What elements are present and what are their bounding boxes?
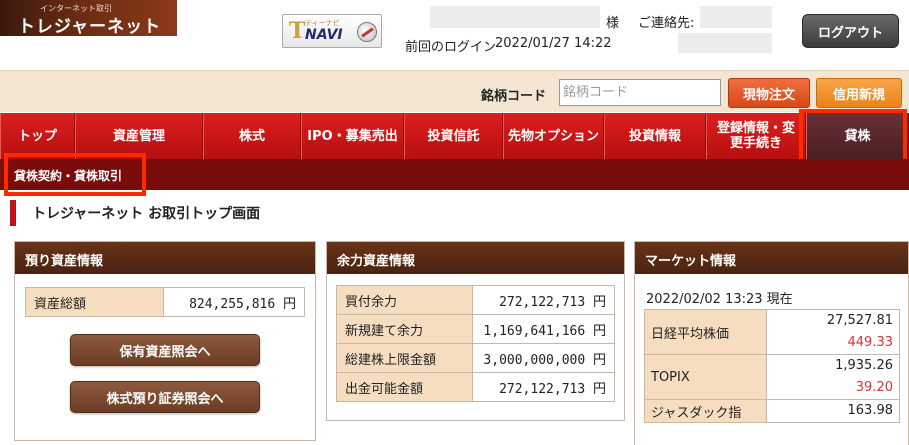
table-row: 日経平均株価 27,527.81 449.33 <box>644 309 900 355</box>
nav-item-investment-trust[interactable]: 投資信託 <box>404 113 503 159</box>
index-change: 39.20 <box>855 380 893 395</box>
redacted-contact <box>700 6 772 28</box>
stock-deposit-inquiry-button[interactable]: 株式預り証券照会へ <box>70 381 260 413</box>
spot-order-button[interactable]: 現物注文 <box>728 78 810 108</box>
logout-button[interactable]: ログアウト <box>802 14 899 48</box>
margin-panel-title: 余力資産情報 <box>327 242 624 274</box>
redacted-contact-2 <box>678 33 772 53</box>
table-row: ジャスダック指 163.98 <box>644 399 900 423</box>
market-table: 日経平均株価 27,527.81 449.33 TOPIX 1,935.26 3… <box>644 309 900 423</box>
nav-item-registration[interactable]: 登録情報・変更手続き <box>706 113 806 159</box>
margin-value: 3,000,000,000 円 <box>472 343 615 373</box>
nav-item-futures-options[interactable]: 先物オプション <box>503 113 604 159</box>
index-label: TOPIX <box>644 354 767 400</box>
margin-panel: 余力資産情報 買付余力 272,122,713 円 新規建て余力 1,169,6… <box>326 241 625 421</box>
table-row: 出金可能金額 272,122,713 円 <box>336 372 615 402</box>
market-panel-title: マーケット情報 <box>635 242 908 274</box>
contact-label: ご連絡先: <box>638 16 695 31</box>
search-bar: 銘柄コード 現物注文 信用新規 <box>0 70 909 112</box>
index-label: ジャスダック指 <box>644 399 767 423</box>
index-values: 27,527.81 449.33 <box>766 309 900 355</box>
total-assets-label: 資産総額 <box>25 287 164 317</box>
index-change: 449.33 <box>847 335 894 350</box>
market-panel: マーケット情報 2022/02/02 13:23 現在 日経平均株価 27,52… <box>634 241 909 445</box>
index-values: 1,935.26 39.20 <box>766 354 900 400</box>
tnavi-banner[interactable]: T ティーナビ NAVI <box>282 14 382 48</box>
margin-table: 買付余力 272,122,713 円 新規建て余力 1,169,641,166 … <box>336 285 615 402</box>
stock-code-input[interactable] <box>559 79 721 106</box>
index-value: 27,527.81 <box>826 313 893 328</box>
margin-label: 総建株上限金額 <box>336 343 473 373</box>
redacted-username <box>430 6 600 28</box>
page-title: トレジャーネット お取引トップ画面 <box>32 206 261 222</box>
tnavi-title: NAVI <box>305 27 343 43</box>
index-value: 163.98 <box>847 403 894 418</box>
margin-label: 買付余力 <box>336 285 473 315</box>
margin-new-button[interactable]: 信用新規 <box>816 78 902 108</box>
margin-label: 出金可能金額 <box>336 372 473 402</box>
nav-item-investment-info[interactable]: 投資情報 <box>604 113 706 159</box>
table-row: TOPIX 1,935.26 39.20 <box>644 354 900 400</box>
title-accent <box>10 200 16 226</box>
margin-value: 1,169,641,166 円 <box>472 314 615 344</box>
header: インターネット取引 トレジャーネット T ティーナビ NAVI 様 ご連絡先: … <box>0 0 909 70</box>
table-row: 買付余力 272,122,713 円 <box>336 285 615 315</box>
assets-panel: 預り資産情報 資産総額 824,255,816 円 保有資産照会へ 株式預り証券… <box>14 241 316 441</box>
last-login-label: 前回のログイン <box>405 40 497 55</box>
total-assets-value: 824,255,816 円 <box>163 287 305 317</box>
assets-panel-title: 預り資産情報 <box>15 242 315 274</box>
margin-label: 新規建て余力 <box>336 314 473 344</box>
table-row: 新規建て余力 1,169,641,166 円 <box>336 314 615 344</box>
compass-icon <box>357 22 377 42</box>
stock-code-label: 銘柄コード <box>481 89 547 104</box>
market-timestamp: 2022/02/02 13:23 現在 <box>646 292 793 307</box>
brand-logo[interactable]: インターネット取引 トレジャーネット <box>0 0 177 37</box>
margin-value: 272,122,713 円 <box>472 285 615 315</box>
nav-item-ipo[interactable]: IPO・募集売出 <box>301 113 404 159</box>
index-value: 1,935.26 <box>835 358 893 373</box>
table-row: 総建株上限金額 3,000,000,000 円 <box>336 343 615 373</box>
highlight-box-subnav <box>4 153 146 196</box>
logo-title: トレジャーネット <box>18 17 162 37</box>
last-login-value: 2022/01/27 14:22 <box>495 36 612 51</box>
table-row: 資産総額 824,255,816 円 <box>25 287 305 317</box>
holdings-inquiry-button[interactable]: 保有資産照会へ <box>70 334 260 366</box>
tnavi-t-letter: T <box>289 18 306 44</box>
index-values: 163.98 <box>766 399 900 423</box>
margin-value: 272,122,713 円 <box>472 372 615 402</box>
assets-table: 資産総額 824,255,816 円 <box>25 287 305 317</box>
index-label: 日経平均株価 <box>644 309 767 355</box>
honorific: 様 <box>606 16 620 31</box>
nav-item-stocks[interactable]: 株式 <box>203 113 301 159</box>
